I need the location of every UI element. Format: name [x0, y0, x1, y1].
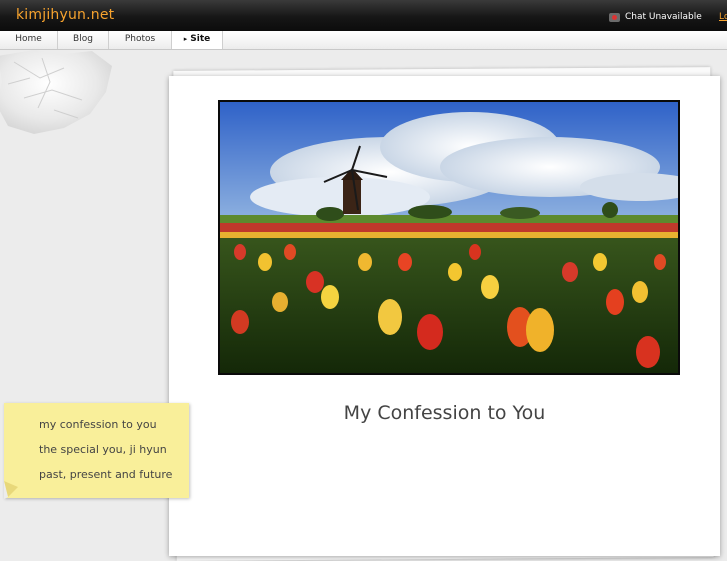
site-title-link[interactable]: kimjihyun.net	[16, 7, 114, 23]
tab-site-label: Site	[190, 34, 211, 44]
chat-icon	[609, 12, 620, 22]
tab-photos-label: Photos	[124, 34, 156, 44]
chat-status[interactable]: Chat Unavailable	[609, 12, 702, 22]
page-title: My Confession to You	[343, 402, 546, 424]
top-bar: kimjihyun.net Chat Unavailable Lo	[0, 0, 727, 31]
login-link[interactable]: Lo	[719, 12, 727, 22]
chat-status-label: Chat Unavailable	[625, 12, 702, 22]
tab-blog[interactable]: Blog	[58, 31, 109, 49]
tab-site[interactable]: ▸ Site	[172, 31, 223, 49]
page-curl-icon	[4, 481, 18, 499]
crumpled-paper-decoration	[0, 50, 112, 134]
sticky-note: my confession to you the special you, ji…	[4, 403, 189, 499]
tab-blog-label: Blog	[73, 34, 93, 44]
note-line: the special you, ji hyun	[39, 443, 167, 456]
note-line: my confession to you	[39, 418, 157, 431]
tab-photos[interactable]: Photos	[109, 31, 172, 49]
tab-home[interactable]: Home	[0, 31, 58, 49]
tab-home-label: Home	[15, 34, 42, 44]
header-photo-tulip-field	[218, 100, 680, 375]
tab-active-arrow-icon: ▸	[183, 35, 188, 43]
note-line: past, present and future	[39, 468, 173, 481]
